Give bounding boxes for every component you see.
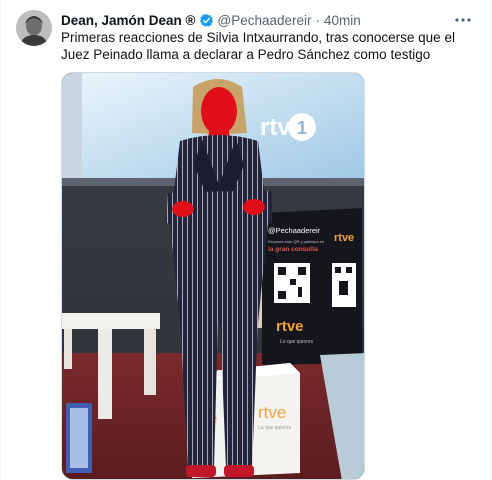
- left-hand: [172, 201, 194, 217]
- cube-brand: rtve: [258, 403, 286, 422]
- author-handle[interactable]: @Pechaadereir: [218, 13, 312, 28]
- tweet-text: Primeras reacciones de Silvia Intxaurran…: [61, 30, 455, 62]
- separator-dot: ·: [315, 12, 321, 28]
- stand-brand-bottom: rtve: [276, 318, 304, 335]
- cube-tagline: La que quieres: [258, 425, 292, 431]
- avatar[interactable]: [16, 10, 52, 46]
- photo-scene: rtve 1 @Pechaadereir Escanea este QR y p…: [62, 73, 364, 479]
- author-name[interactable]: Dean, Jamón Dean ®: [61, 13, 196, 28]
- timestamp[interactable]: 40min: [324, 13, 361, 28]
- avatar-portrait-image: [16, 10, 52, 46]
- right-hand: [243, 199, 265, 215]
- stand-prompt: Escanea este QR y participa en: [268, 239, 324, 244]
- more-dots-icon[interactable]: [453, 12, 473, 28]
- stand-watermark-handle: @Pechaadereir: [268, 226, 321, 235]
- tweet-photo[interactable]: rtve 1 @Pechaadereir Escanea este QR y p…: [61, 72, 365, 480]
- stand-brand-top: rtve: [334, 232, 354, 244]
- tweet-header: Dean, Jamón Dean ® @Pechaadereir · 40min: [61, 10, 361, 30]
- tweet-card[interactable]: Dean, Jamón Dean ® @Pechaadereir · 40min…: [0, 0, 492, 480]
- verified-badge-icon: [199, 13, 214, 28]
- screen-number: 1: [297, 118, 307, 138]
- stand-slogan: Lo que quieres: [280, 339, 314, 345]
- stand-tagline: la gran consulta: [268, 246, 318, 253]
- rtve-qr-stand: @Pechaadereir Escanea este QR y particip…: [262, 208, 362, 365]
